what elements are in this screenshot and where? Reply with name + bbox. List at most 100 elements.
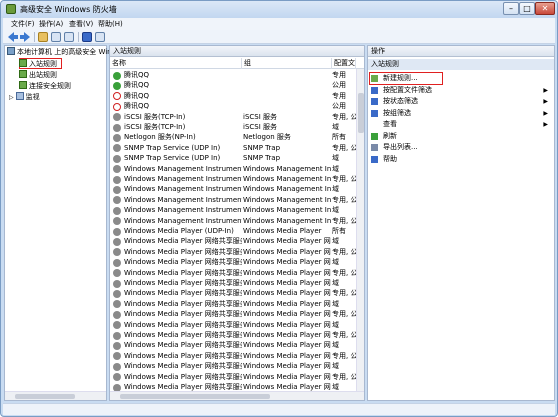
scroll-thumb[interactable] — [120, 394, 270, 399]
action-item[interactable]: 按组筛选 ▶ — [368, 108, 554, 119]
filter-icon — [371, 109, 378, 117]
rule-row[interactable]: 腾讯QQ 专用 — [110, 91, 356, 102]
rule-row[interactable]: iSCSI 服务(TCP-In) iSCSI 服务 专用, 公 — [110, 112, 357, 123]
action-pane-icon[interactable] — [95, 32, 105, 42]
rule-row[interactable]: Windows Media Player 网络共享服务(...Windows M… — [110, 268, 358, 279]
action-item[interactable]: 帮助 — [368, 154, 554, 165]
rule-profile: 域 — [332, 154, 339, 163]
rules-horizontal-scrollbar[interactable] — [110, 391, 364, 400]
rule-row[interactable]: Windows Media Player 网络共享服务(...Windows M… — [110, 257, 356, 268]
rule-row[interactable]: Windows Media Player 网络共享服务(...Windows M… — [110, 278, 356, 289]
rule-group: Windows Management In... — [243, 175, 331, 183]
action-item[interactable]: 按配置文件筛选 ▶ — [368, 85, 554, 96]
rule-profile: 专用, 公 — [332, 351, 358, 360]
rule-row[interactable]: Windows Media Player 网络共享服务(...Windows M… — [110, 299, 356, 310]
tree-horizontal-scrollbar[interactable] — [5, 391, 106, 400]
rule-group: Windows Media Player 网... — [243, 362, 331, 371]
rule-row[interactable]: Windows Media Player 网络共享服务(...Windows M… — [110, 236, 356, 247]
expand-arrow-icon[interactable]: ▷ — [9, 94, 14, 101]
rule-row[interactable]: Windows Media Player 网络共享服务(...Windows M… — [110, 288, 357, 299]
rule-row[interactable]: 腾讯QQ 公用 — [110, 101, 356, 112]
rule-group: Windows Media Player 网... — [243, 268, 331, 277]
rules-vertical-scrollbar[interactable] — [356, 69, 364, 391]
menu-view[interactable]: 查看(V) — [69, 19, 93, 29]
menu-help[interactable]: 帮助(H) — [98, 19, 123, 29]
rule-row[interactable]: Windows Management Instrumentati...Windo… — [110, 184, 356, 195]
actions-section-header[interactable]: 入站规则 — [368, 59, 554, 70]
disabled-rule-icon — [113, 165, 121, 174]
rule-row[interactable]: Windows Media Player (UDP-In) Windows Med… — [110, 226, 356, 237]
allow-rule-icon — [113, 81, 121, 90]
close-button[interactable]: ✕ — [535, 2, 555, 15]
rule-row[interactable]: Windows Management Instrumentati...Windo… — [110, 205, 356, 216]
rule-row[interactable]: Windows Media Player 网络共享服务(...Windows M… — [110, 330, 357, 341]
properties-icon[interactable] — [64, 32, 74, 42]
scroll-thumb[interactable] — [15, 394, 75, 399]
column-name[interactable]: 名称 — [110, 58, 242, 69]
rule-row[interactable]: Netlogon 服务(NP-In) Netlogon 服务 所有 — [110, 132, 356, 143]
rule-row[interactable]: Windows Media Player 网络共享服务(...Windows M… — [110, 320, 356, 331]
rule-name: 腾讯QQ — [124, 71, 150, 79]
column-profile[interactable]: 配置文件 — [332, 58, 356, 69]
tree-item-connection-security[interactable]: 连接安全规则 — [19, 81, 71, 91]
rule-name: Windows Management Instrumentati... — [124, 185, 242, 194]
rule-name: Windows Media Player 网络共享服务(... — [124, 279, 242, 287]
rule-profile: 域 — [332, 362, 339, 371]
rule-name: Windows Media Player 网络共享服务(... — [124, 310, 242, 319]
tree-root[interactable]: 本地计算机 上的高级安全 Win — [7, 47, 112, 57]
action-item[interactable]: 查看 ▶ — [368, 119, 554, 130]
rule-group: Windows Media Player 网... — [243, 299, 331, 308]
rule-row[interactable]: Windows Management Instrumentati...Windo… — [110, 195, 358, 206]
action-label: 查看 — [383, 120, 397, 128]
tree-item-outbound[interactable]: 出站规则 — [19, 70, 57, 80]
rule-row[interactable]: SNMP Trap Service (UDP In) SNMP Trap 域 — [110, 153, 356, 164]
menu-file[interactable]: 文件(F) — [11, 19, 35, 29]
action-item[interactable]: 新建规则... — [368, 73, 554, 84]
action-item[interactable]: 按状态筛选 ▶ — [368, 96, 554, 107]
rule-name: Netlogon 服务(NP-In) — [124, 133, 196, 142]
rule-row[interactable]: Windows Media Player 网络共享服务(...Windows M… — [110, 372, 357, 383]
rule-row[interactable]: Windows Management Instrumentati...Windo… — [110, 174, 357, 185]
rule-name: Windows Media Player 网络共享服务(... — [124, 237, 242, 246]
rule-row[interactable]: 腾讯QQ 专用 — [110, 70, 356, 81]
rule-row[interactable]: Windows Media Player 网络共享服务(...Windows M… — [110, 309, 357, 320]
forward-icon[interactable] — [20, 32, 30, 42]
minimize-button[interactable]: – — [503, 2, 519, 15]
rule-row[interactable]: Windows Management Instrumentati...Windo… — [110, 164, 356, 175]
rule-row[interactable]: Windows Media Player 网络共享服务(...Windows M… — [110, 351, 358, 362]
rule-profile: 专用, 公 — [332, 268, 358, 277]
rule-row[interactable]: 腾讯QQ 公用 — [110, 80, 356, 91]
rule-name: Windows Media Player 网络共享服务(... — [124, 289, 242, 298]
rule-profile: 专用, 公 — [332, 195, 358, 204]
rule-row[interactable]: Windows Media Player 网络共享服务(...Windows M… — [110, 340, 356, 351]
rule-group: Windows Media Player 网... — [243, 331, 331, 339]
help-icon[interactable] — [82, 32, 92, 42]
up-folder-icon[interactable] — [38, 32, 48, 42]
menu-action[interactable]: 操作(A) — [39, 19, 63, 29]
rule-row[interactable]: SNMP Trap Service (UDP In) SNMP Trap 专用, 公 — [110, 143, 357, 154]
rule-profile: 域 — [332, 320, 339, 329]
rule-row[interactable]: iSCSI 服务(TCP-In) iSCSI 服务 域 — [110, 122, 356, 133]
disabled-rule-icon — [113, 133, 121, 142]
column-group[interactable]: 组 — [242, 58, 332, 69]
rule-row[interactable]: Windows Media Player 网络共享服务(...Windows M… — [110, 247, 357, 258]
tree-item-inbound[interactable]: 入站规则 — [19, 59, 57, 69]
tree-item-monitor[interactable]: ▷ 监视 — [9, 92, 40, 102]
scroll-thumb[interactable] — [358, 93, 364, 133]
maximize-button[interactable]: □ — [519, 2, 535, 15]
show-tree-icon[interactable] — [51, 32, 61, 42]
rule-group: Windows Media Player — [243, 227, 322, 235]
rule-name: SNMP Trap Service (UDP In) — [124, 143, 221, 152]
action-item[interactable]: 刷新 — [368, 131, 554, 142]
rule-group: Windows Media Player 网... — [243, 341, 331, 350]
inbound-rules-icon — [19, 59, 27, 67]
disabled-rule-icon — [113, 144, 121, 153]
rule-row[interactable]: Windows Management Instrumentati...Windo… — [110, 216, 357, 227]
rule-row[interactable]: Windows Media Player 网络共享服务(...Windows M… — [110, 361, 356, 372]
disabled-rule-icon — [113, 279, 121, 288]
action-item[interactable]: 导出列表... — [368, 142, 554, 153]
back-icon[interactable] — [8, 32, 18, 42]
rule-group: iSCSI 服务 — [243, 112, 278, 121]
rules-panel-title: 入站规则 — [110, 46, 364, 57]
disabled-rule-icon — [113, 237, 121, 246]
